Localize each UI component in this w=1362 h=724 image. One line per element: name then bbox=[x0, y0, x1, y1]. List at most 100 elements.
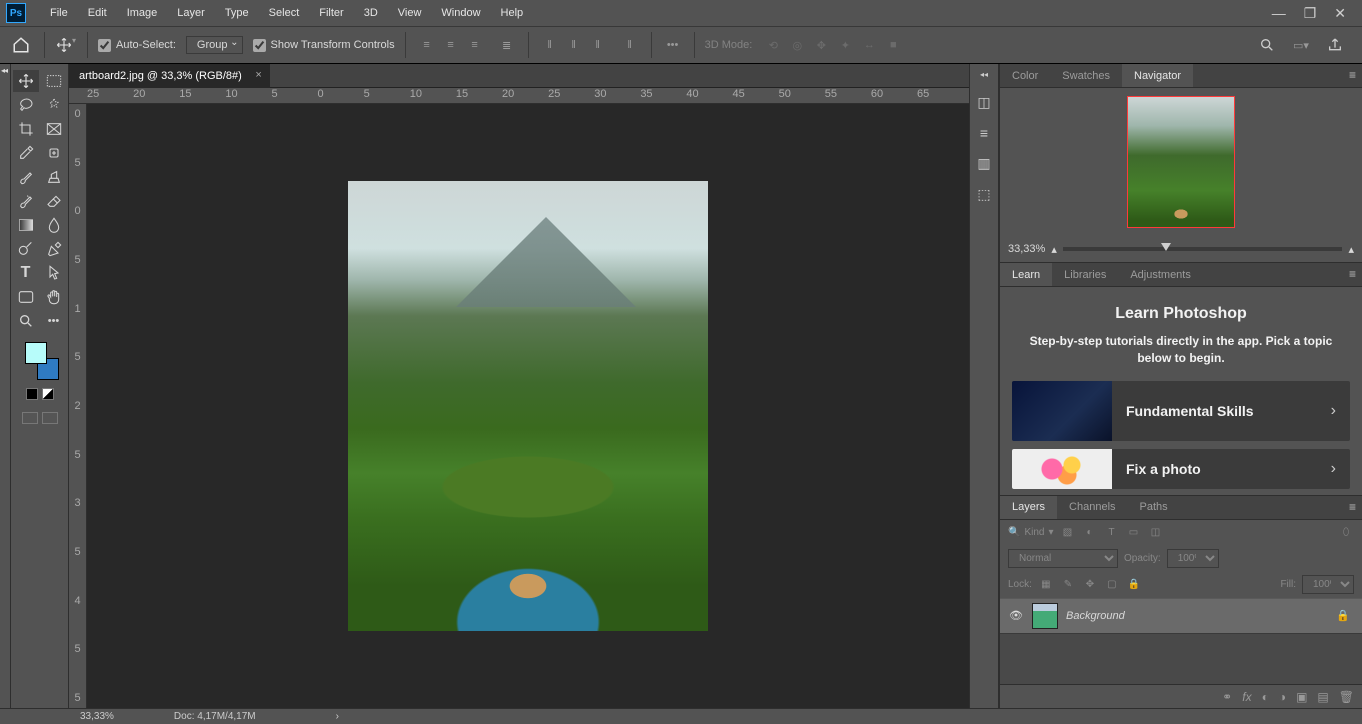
menu-3d[interactable]: 3D bbox=[354, 0, 388, 26]
3d-panel-icon[interactable]: ⬚ bbox=[977, 186, 990, 203]
share-icon[interactable] bbox=[1324, 34, 1346, 56]
auto-select-dropdown[interactable]: Group bbox=[186, 36, 243, 54]
tab-channels[interactable]: Channels bbox=[1057, 496, 1127, 519]
color-swatch[interactable] bbox=[21, 342, 59, 380]
filter-adjust-icon[interactable]: ◐ bbox=[1082, 527, 1098, 538]
swap-colors-icon[interactable] bbox=[42, 388, 54, 400]
blend-mode-select[interactable]: Normal bbox=[1008, 549, 1118, 568]
frame-tool[interactable] bbox=[41, 118, 67, 140]
filter-type-icon[interactable]: T bbox=[1104, 527, 1120, 538]
menu-image[interactable]: Image bbox=[117, 0, 168, 26]
brush-tool[interactable] bbox=[13, 166, 39, 188]
history-brush-tool[interactable] bbox=[13, 190, 39, 212]
menu-layer[interactable]: Layer bbox=[167, 0, 215, 26]
learn-card-fundamental[interactable]: Fundamental Skills › bbox=[1012, 381, 1350, 441]
show-transform-checkbox[interactable]: Show Transform Controls bbox=[253, 39, 395, 52]
menu-select[interactable]: Select bbox=[259, 0, 310, 26]
lock-artboard-icon[interactable]: ▢ bbox=[1104, 579, 1120, 590]
home-button[interactable] bbox=[8, 32, 34, 58]
type-tool[interactable]: T bbox=[13, 262, 39, 284]
properties-panel-icon[interactable]: ≡ bbox=[980, 125, 988, 141]
tab-layers[interactable]: Layers bbox=[1000, 496, 1057, 519]
eraser-tool[interactable] bbox=[41, 190, 67, 212]
minimize-icon[interactable]: ― bbox=[1272, 5, 1286, 22]
lock-all-icon[interactable]: 🔒 bbox=[1126, 579, 1142, 590]
layer-name[interactable]: Background bbox=[1066, 610, 1328, 622]
3d-camera-icon[interactable]: ■ bbox=[882, 34, 904, 56]
histogram-panel-icon[interactable]: ▥ bbox=[977, 155, 990, 172]
edit-toolbar-icon[interactable]: ••• bbox=[41, 310, 67, 332]
tab-learn[interactable]: Learn bbox=[1000, 263, 1052, 286]
learn-card-fixphoto[interactable]: Fix a photo › bbox=[1012, 449, 1350, 489]
zoom-tool[interactable] bbox=[13, 310, 39, 332]
filter-toggle-icon[interactable]: ⬯ bbox=[1338, 527, 1354, 538]
default-colors-icon[interactable] bbox=[26, 388, 38, 400]
3d-pan-icon[interactable]: ✥ bbox=[810, 34, 832, 56]
tab-paths[interactable]: Paths bbox=[1128, 496, 1180, 519]
healing-brush-tool[interactable] bbox=[41, 142, 67, 164]
fill-select[interactable]: 100% bbox=[1302, 575, 1354, 594]
menu-filter[interactable]: Filter bbox=[309, 0, 353, 26]
distribute-more-icon[interactable]: ‖ bbox=[619, 34, 641, 56]
menu-view[interactable]: View bbox=[388, 0, 432, 26]
left-collapse-strip[interactable]: ◂◂ bbox=[0, 64, 11, 708]
panel-menu-icon[interactable]: ≡ bbox=[1349, 267, 1356, 281]
move-tool[interactable] bbox=[13, 70, 39, 92]
layer-row[interactable]: 👁 Background 🔒 bbox=[1000, 598, 1362, 634]
layer-filter-kind[interactable]: 🔍 Kind ▾ bbox=[1008, 527, 1054, 538]
rectangle-tool[interactable] bbox=[13, 286, 39, 308]
dodge-tool[interactable] bbox=[13, 238, 39, 260]
canvas[interactable] bbox=[87, 104, 969, 708]
align-right-icon[interactable]: ≡ bbox=[464, 34, 486, 56]
zoom-out-icon[interactable]: ▴ bbox=[1051, 243, 1057, 256]
layer-style-icon[interactable]: fx bbox=[1242, 690, 1251, 704]
3d-slide-icon[interactable]: ✦ bbox=[834, 34, 856, 56]
lock-paint-icon[interactable]: ✎ bbox=[1060, 579, 1076, 590]
move-tool-indicator[interactable]: ▾ bbox=[55, 34, 77, 56]
panel-menu-icon[interactable]: ≡ bbox=[1349, 500, 1356, 514]
lock-position-icon[interactable]: ✥ bbox=[1082, 579, 1098, 590]
restore-icon[interactable]: ❐ bbox=[1304, 5, 1317, 22]
foreground-color[interactable] bbox=[25, 342, 47, 364]
ruler-vertical[interactable]: 0505152535455 bbox=[69, 104, 87, 708]
marquee-tool[interactable] bbox=[41, 70, 67, 92]
pen-tool[interactable] bbox=[41, 238, 67, 260]
status-docsize[interactable]: Doc: 4,17M/4,17M bbox=[174, 711, 256, 722]
eyedropper-tool[interactable] bbox=[13, 142, 39, 164]
tab-swatches[interactable]: Swatches bbox=[1050, 64, 1122, 87]
app-logo[interactable]: Ps bbox=[6, 3, 26, 23]
crop-tool[interactable] bbox=[13, 118, 39, 140]
history-panel-icon[interactable]: ◫ bbox=[977, 94, 990, 111]
blur-tool[interactable] bbox=[41, 214, 67, 236]
workspace-switcher-icon[interactable]: ▭▾ bbox=[1290, 34, 1312, 56]
opacity-select[interactable]: 100% bbox=[1167, 549, 1219, 568]
link-layers-icon[interactable]: ⚭ bbox=[1222, 690, 1232, 704]
tab-adjustments[interactable]: Adjustments bbox=[1118, 263, 1203, 286]
align-left-icon[interactable]: ≡ bbox=[416, 34, 438, 56]
filter-shape-icon[interactable]: ▭ bbox=[1126, 527, 1142, 538]
ruler-horizontal[interactable]: 25201510505101520253035404550556065 bbox=[69, 88, 969, 104]
menu-file[interactable]: File bbox=[40, 0, 78, 26]
menu-edit[interactable]: Edit bbox=[78, 0, 117, 26]
quick-select-tool[interactable] bbox=[41, 94, 67, 116]
close-icon[interactable]: ✕ bbox=[1334, 5, 1346, 22]
panel-menu-icon[interactable]: ≡ bbox=[1349, 68, 1356, 82]
navigator-preview[interactable] bbox=[1000, 88, 1362, 236]
gradient-tool[interactable] bbox=[13, 214, 39, 236]
visibility-eye-icon[interactable]: 👁 bbox=[1008, 609, 1024, 622]
tab-libraries[interactable]: Libraries bbox=[1052, 263, 1118, 286]
align-center-h-icon[interactable]: ≡ bbox=[440, 34, 462, 56]
3d-orbit-icon[interactable]: ⟲ bbox=[762, 34, 784, 56]
layer-lock-icon[interactable]: 🔒 bbox=[1336, 609, 1354, 622]
layer-mask-icon[interactable]: ◐ bbox=[1262, 690, 1269, 704]
align-top-icon[interactable]: ‖ bbox=[539, 34, 561, 56]
menu-help[interactable]: Help bbox=[491, 0, 534, 26]
quickmask-icon[interactable] bbox=[22, 412, 38, 424]
3d-roll-icon[interactable]: ◎ bbox=[786, 34, 808, 56]
filter-smart-icon[interactable]: ◫ bbox=[1148, 527, 1164, 538]
close-tab-icon[interactable]: × bbox=[255, 69, 261, 81]
zoom-in-icon[interactable]: ▴ bbox=[1348, 243, 1354, 256]
navigator-zoom-text[interactable]: 33,33% bbox=[1008, 243, 1045, 255]
document-tab[interactable]: artboard2.jpg @ 33,3% (RGB/8#) × bbox=[69, 64, 270, 88]
zoom-slider[interactable] bbox=[1063, 247, 1343, 251]
